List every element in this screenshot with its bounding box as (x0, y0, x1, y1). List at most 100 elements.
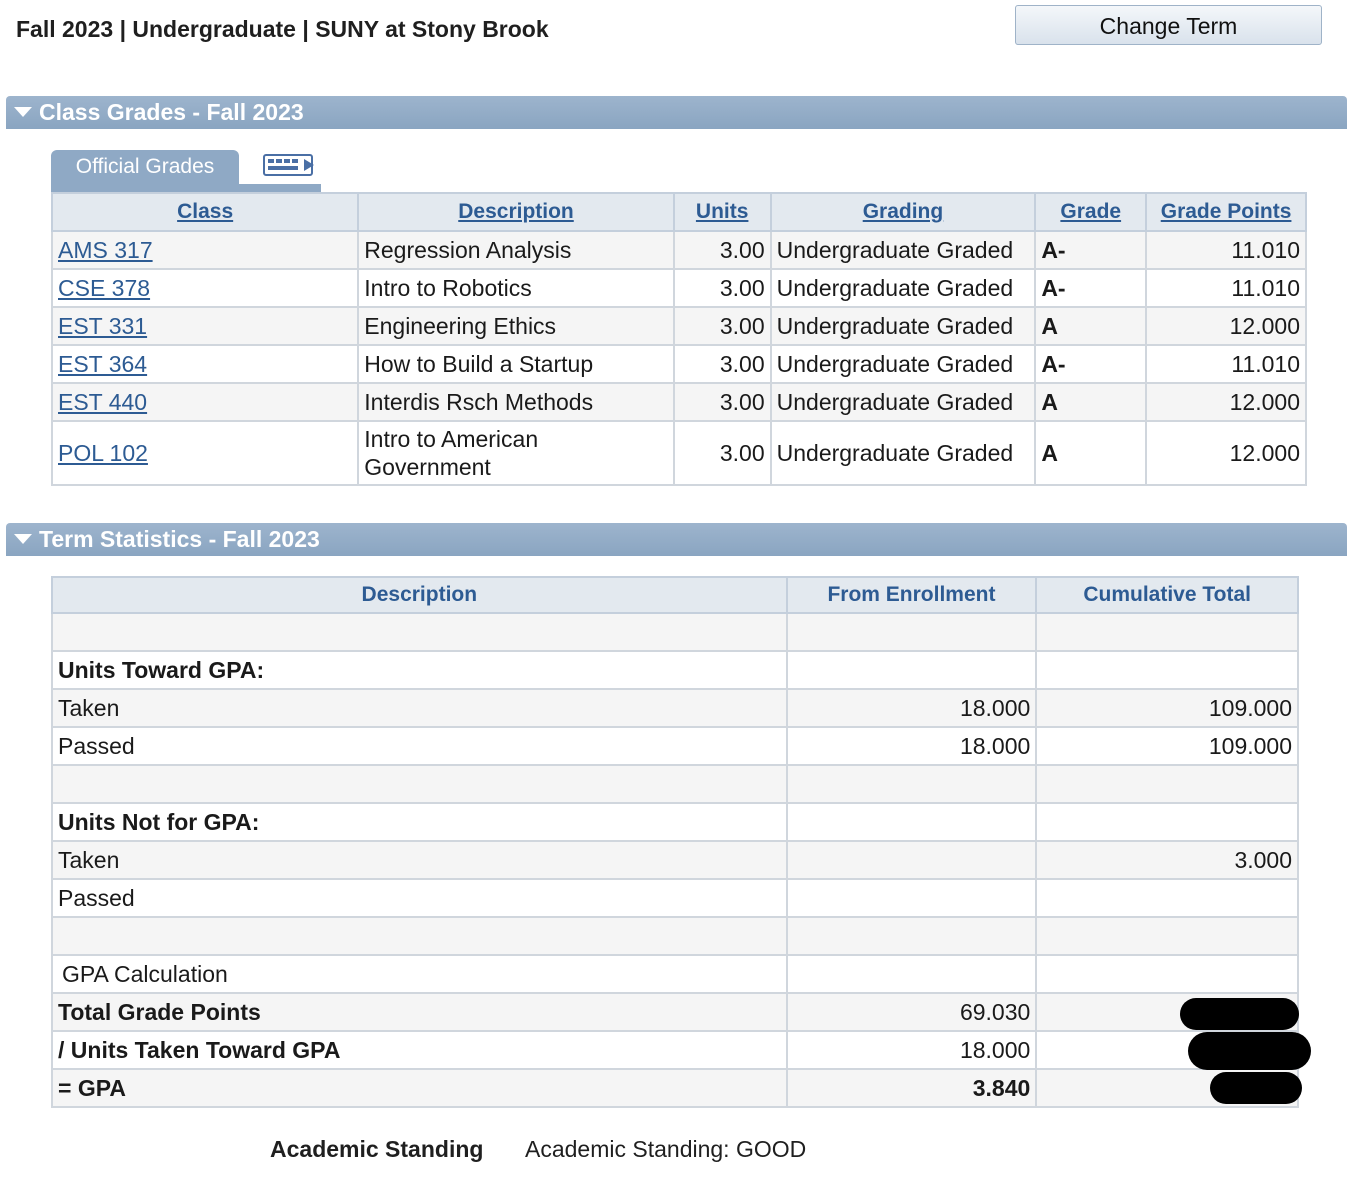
collapse-triangle-icon[interactable] (14, 533, 32, 544)
table-row: EST 364 How to Build a Startup 3.00 Unde… (50, 344, 1307, 384)
course-description: Engineering Ethics (357, 306, 675, 346)
course-grading: Undergraduate Graded (769, 344, 1037, 384)
class-grades-title: Class Grades - Fall 2023 (39, 99, 304, 125)
column-header-units[interactable]: Units (672, 192, 772, 232)
column-header-grading[interactable]: Grading (769, 192, 1037, 232)
column-header-grade-points[interactable]: Grade Points (1145, 192, 1307, 232)
table-row: GPA Calculation (51, 954, 1299, 994)
course-units: 3.00 (672, 420, 772, 486)
course-grade-points: 11.010 (1145, 344, 1307, 384)
course-description: Intro to Robotics (357, 268, 675, 308)
course-units: 3.00 (672, 268, 772, 308)
passed-cumulative: 109.000 (1035, 726, 1299, 766)
table-row: EST 440 Interdis Rsch Methods 3.00 Under… (50, 382, 1307, 422)
total-grade-points-value: 69.030 (785, 992, 1038, 1032)
column-header-description[interactable]: Description (357, 192, 675, 232)
table-row: POL 102 Intro to American Government 3.0… (50, 420, 1307, 486)
total-grade-points-label: Total Grade Points (51, 992, 788, 1032)
collapse-triangle-icon[interactable] (14, 106, 32, 117)
redaction-mark (1210, 1072, 1302, 1104)
column-header-description: Description (51, 576, 788, 614)
class-link[interactable]: EST 331 (58, 313, 147, 339)
course-grade: A- (1034, 268, 1148, 308)
gpa-value: 3.840 (785, 1068, 1038, 1108)
tab-underline (51, 184, 321, 192)
column-header-class[interactable]: Class (50, 192, 360, 232)
table-row: Passed 18.000 109.000 (51, 726, 1299, 766)
column-header-from-enrollment: From Enrollment (785, 576, 1038, 614)
term-statistics-title: Term Statistics - Fall 2023 (39, 526, 320, 552)
term-statistics-table: Description From Enrollment Cumulative T… (51, 576, 1299, 1108)
course-units: 3.00 (672, 382, 772, 422)
course-units: 3.00 (672, 344, 772, 384)
table-row: AMS 317 Regression Analysis 3.00 Undergr… (50, 230, 1307, 270)
course-grading: Undergraduate Graded (769, 306, 1037, 346)
taken-from-enrollment: 18.000 (785, 688, 1038, 728)
course-description: Regression Analysis (357, 230, 675, 270)
class-link[interactable]: EST 440 (58, 389, 147, 415)
academic-standing-value: Academic Standing: GOOD (525, 1136, 807, 1162)
column-header-grade[interactable]: Grade (1034, 192, 1148, 232)
units-taken-toward-gpa-label: / Units Taken Toward GPA (51, 1030, 788, 1070)
class-link[interactable]: POL 102 (58, 440, 148, 466)
units-taken-toward-gpa-value: 18.000 (785, 1030, 1038, 1070)
course-grade-points: 11.010 (1145, 230, 1307, 270)
course-grade: A- (1034, 344, 1148, 384)
table-row: = GPA 3.840 (51, 1068, 1299, 1108)
redaction-mark (1180, 998, 1299, 1030)
course-units: 3.00 (672, 230, 772, 270)
table-row: EST 331 Engineering Ethics 3.00 Undergra… (50, 306, 1307, 346)
table-row: / Units Taken Toward GPA 18.000 (51, 1030, 1299, 1070)
not-gpa-taken-cumulative: 3.000 (1035, 840, 1299, 880)
course-grading: Undergraduate Graded (769, 268, 1037, 308)
course-grade-points: 12.000 (1145, 306, 1307, 346)
table-row: Units Toward GPA: (51, 650, 1299, 690)
course-grade-points: 12.000 (1145, 382, 1307, 422)
class-grades-table: Class Description Units Grading Grade Gr… (50, 192, 1307, 486)
academic-standing-label: Academic Standing (270, 1136, 484, 1162)
class-link[interactable]: CSE 378 (58, 275, 150, 301)
course-description: How to Build a Startup (357, 344, 675, 384)
table-row (51, 916, 1299, 956)
taken-label: Taken (51, 688, 788, 728)
not-gpa-passed-label: Passed (51, 878, 788, 918)
course-grade-points: 11.010 (1145, 268, 1307, 308)
table-row: Units Not for GPA: (51, 802, 1299, 842)
class-grades-section-header[interactable]: Class Grades - Fall 2023 (6, 96, 1347, 129)
course-description: Intro to American Government (357, 420, 675, 486)
course-grading: Undergraduate Graded (769, 420, 1037, 486)
course-description: Interdis Rsch Methods (357, 382, 675, 422)
not-gpa-taken-label: Taken (51, 840, 788, 880)
page-title: Fall 2023 | Undergraduate | SUNY at Ston… (16, 16, 549, 42)
gpa-label: = GPA (51, 1068, 788, 1108)
term-statistics-section-header[interactable]: Term Statistics - Fall 2023 (6, 523, 1347, 556)
gpa-calculation-heading: GPA Calculation (51, 954, 788, 994)
class-link[interactable]: AMS 317 (58, 237, 153, 263)
course-grading: Undergraduate Graded (769, 382, 1037, 422)
course-grade: A (1034, 420, 1148, 486)
units-toward-gpa-heading: Units Toward GPA: (51, 650, 788, 690)
passed-from-enrollment: 18.000 (785, 726, 1038, 766)
table-row: Taken 3.000 (51, 840, 1299, 880)
course-grade: A (1034, 306, 1148, 346)
passed-label: Passed (51, 726, 788, 766)
table-row (51, 764, 1299, 804)
table-row: Passed (51, 878, 1299, 918)
show-all-columns-icon[interactable] (262, 151, 318, 179)
redaction-mark (1188, 1032, 1311, 1070)
course-grade: A- (1034, 230, 1148, 270)
taken-cumulative: 109.000 (1035, 688, 1299, 728)
table-row: Taken 18.000 109.000 (51, 688, 1299, 728)
course-units: 3.00 (672, 306, 772, 346)
change-term-button[interactable]: Change Term (1015, 5, 1322, 45)
table-row: Total Grade Points 69.030 (51, 992, 1299, 1032)
course-grade-points: 12.000 (1145, 420, 1307, 486)
class-link[interactable]: EST 364 (58, 351, 147, 377)
table-row: CSE 378 Intro to Robotics 3.00 Undergrad… (50, 268, 1307, 308)
tab-official-grades[interactable]: Official Grades (51, 150, 239, 186)
table-row (51, 612, 1299, 652)
course-grade: A (1034, 382, 1148, 422)
units-not-for-gpa-heading: Units Not for GPA: (51, 802, 788, 842)
column-header-cumulative-total: Cumulative Total (1035, 576, 1299, 614)
course-grading: Undergraduate Graded (769, 230, 1037, 270)
